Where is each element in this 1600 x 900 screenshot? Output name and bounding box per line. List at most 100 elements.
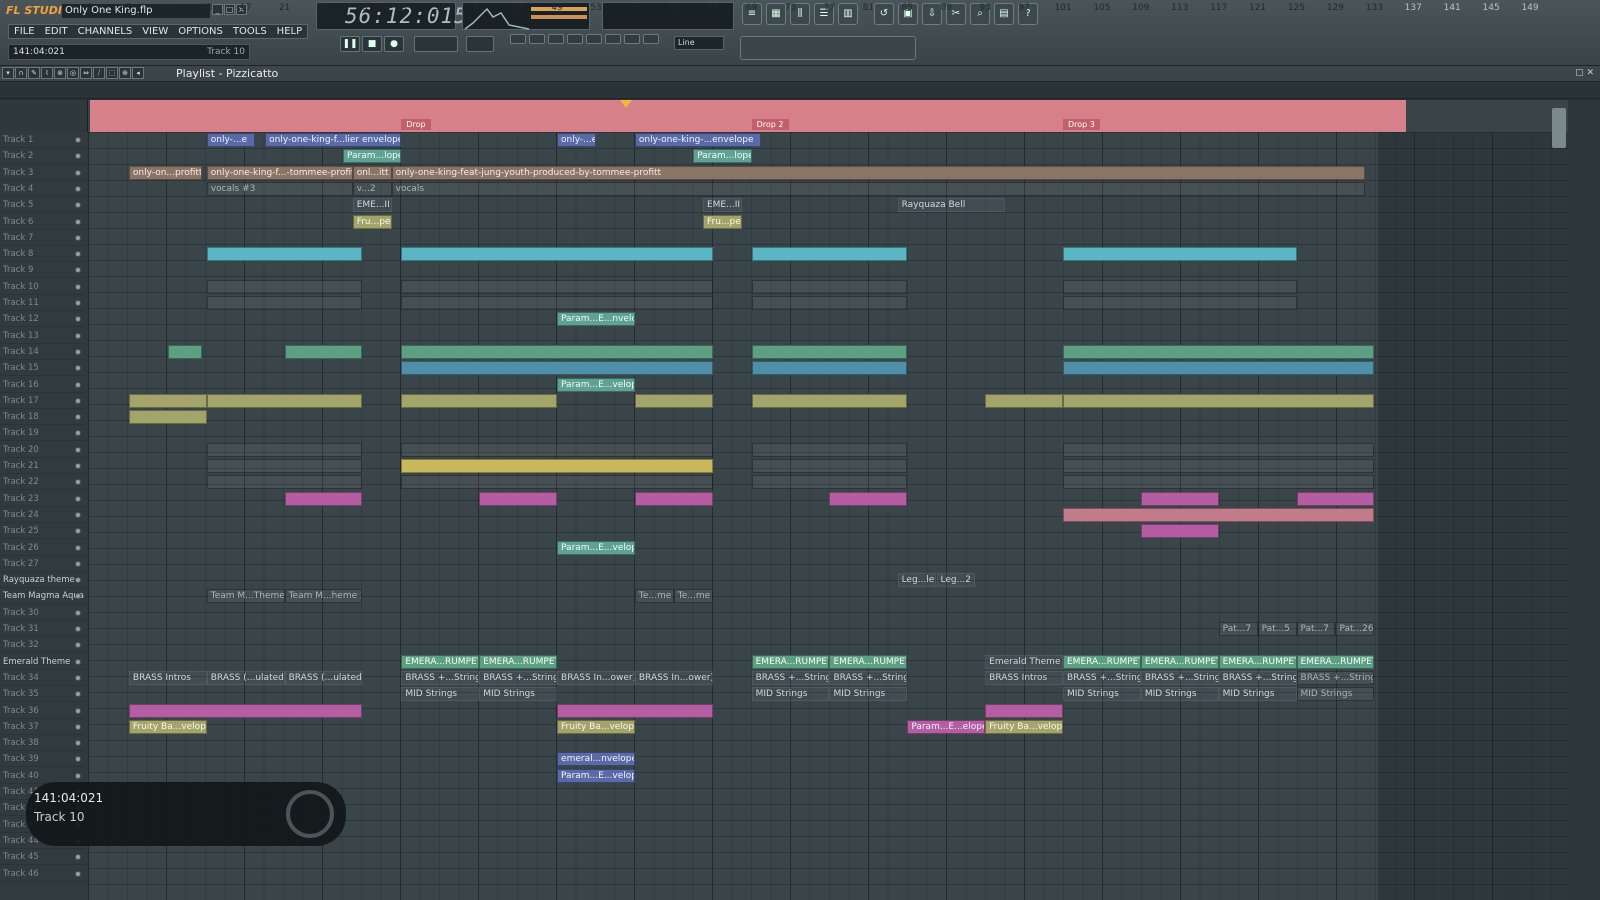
brush-icon[interactable]: ⌇ [41,67,53,79]
minimize-button[interactable]: _ [212,4,223,15]
mute-led-icon[interactable] [75,626,81,632]
time-marker[interactable]: Drop [401,119,431,130]
mute-led-icon[interactable] [75,463,81,469]
mute-led-icon[interactable] [75,642,81,649]
time-marker[interactable]: Drop 2 [751,119,789,130]
plugin-picker[interactable] [740,36,916,60]
menu-help[interactable]: HELP [272,25,307,38]
playlist-clip[interactable]: only-...e [206,133,256,147]
mute-led-icon[interactable] [75,544,81,551]
playlist-clip[interactable]: Param...E...velope [557,540,635,555]
track-label[interactable]: Track 10 [0,279,86,295]
playlist-clip[interactable]: only-one-king-f...-tommee-profitt [206,165,353,180]
playlist-clip[interactable]: MID Strings [1140,687,1219,702]
track-label[interactable]: Emerald Theme [0,654,86,670]
snap-select[interactable]: Line [674,36,724,50]
option-toggle[interactable] [567,34,583,44]
track-label[interactable]: Track 11 [0,295,86,311]
mute-led-icon[interactable] [75,723,81,730]
pattern-clip[interactable] [1063,296,1297,310]
pattern-clip[interactable] [206,475,363,490]
mute-led-icon[interactable] [75,756,81,763]
track-label[interactable]: Track 24 [0,507,86,523]
playlist-clip[interactable]: EME...II [702,198,742,213]
pattern-clip[interactable] [1063,344,1375,359]
playlist-clip[interactable]: EMERA...RUMPET [401,654,480,669]
pattern-clip[interactable] [751,442,908,457]
track-label[interactable]: Track 38 [0,735,86,752]
track-label[interactable]: Track 20 [0,442,86,458]
playlist-clip[interactable]: Param...lope [693,149,752,164]
pattern-clip[interactable] [985,703,1063,718]
option-toggle[interactable] [586,34,602,44]
playlist-clip[interactable]: Leg...le [897,573,937,588]
mute-led-icon[interactable] [75,740,81,747]
playlist-clip[interactable]: MID Strings [1296,687,1375,702]
playlist-clip[interactable]: BRASS +...Strings [751,670,830,685]
playlist-clip[interactable]: emeral...nvelope [557,752,635,767]
playlist-clip[interactable]: EMERA...RUMPET [479,654,558,669]
pattern-clip[interactable] [206,393,363,408]
pattern-clip[interactable] [1296,491,1375,506]
close-icon[interactable]: ▢ ✕ [1575,68,1594,78]
option-toggle[interactable] [529,34,545,44]
track-label[interactable]: Track 34 [0,670,86,686]
zoom-icon[interactable]: ⊕ [119,67,131,79]
menu-file[interactable]: FILE [9,25,40,38]
track-label[interactable]: Track 1 [0,132,86,148]
play-icon[interactable]: ◂ [132,67,144,79]
mute-led-icon[interactable] [75,137,81,143]
mute-led-icon[interactable] [75,511,81,518]
pattern-clip[interactable] [634,393,713,408]
playlist-clip[interactable]: BRASS In...ower) [557,670,635,685]
playlist-clip[interactable]: BRASS +...Strings [1218,670,1297,685]
pattern-clip[interactable] [1063,507,1375,522]
pattern-clip[interactable] [401,361,713,376]
track-label[interactable]: Track 5 [0,197,86,214]
playlist-clip[interactable]: Pat...7 [1218,622,1258,636]
track-label[interactable]: Track 14 [0,344,86,360]
track-label[interactable]: Track 15 [0,360,86,377]
pattern-clip[interactable] [751,393,908,408]
mute-led-icon[interactable] [75,397,81,404]
track-label[interactable]: Track 31 [0,621,86,637]
pattern-clip[interactable] [167,344,202,359]
mute-led-icon[interactable] [75,300,81,306]
mute-icon[interactable]: ◎ [67,67,79,79]
pattern-clip[interactable] [1063,279,1297,294]
stop-button[interactable]: ■ [362,36,382,52]
playlist-clip[interactable]: onl...itt [352,165,392,180]
pattern-clip[interactable] [128,410,207,425]
pattern-clip[interactable] [1140,491,1219,506]
track-label[interactable]: Track 12 [0,311,86,328]
slip-icon[interactable]: ⇔ [80,67,92,79]
pattern-clip[interactable] [751,247,908,262]
menu-view[interactable]: VIEW [137,25,173,38]
mute-led-icon[interactable] [75,691,81,698]
pattern-clip[interactable] [128,703,363,718]
pattern-clip[interactable] [284,491,363,506]
pattern-clip[interactable] [751,279,908,294]
pattern-clip[interactable] [751,361,908,376]
playlist-clip[interactable]: EMERA...RUMPET [1218,654,1297,669]
pattern-clip[interactable] [206,459,363,473]
playlist-clip[interactable]: EMERA...RUMPET [829,654,908,669]
playlist-clip[interactable]: BRASS +...Strings [401,670,480,685]
mute-led-icon[interactable] [75,495,81,502]
export-icon[interactable]: ⇩ [922,3,942,25]
piano-roll-icon[interactable]: ▦ [766,3,786,25]
track-label[interactable]: Track 17 [0,393,86,409]
manual-icon[interactable]: ▤ [994,3,1014,25]
mute-led-icon[interactable] [75,267,81,274]
pattern-clip[interactable] [751,296,908,310]
menu-options[interactable]: OPTIONS [173,25,228,38]
option-toggle[interactable] [605,34,621,44]
delete-icon[interactable]: ⊗ [54,67,66,79]
mute-led-icon[interactable] [75,609,81,616]
mute-led-icon[interactable] [75,430,81,437]
pattern-clip[interactable] [634,491,713,506]
mute-led-icon[interactable] [75,381,81,388]
pencil-icon[interactable]: ✎ [28,67,40,79]
browser-icon[interactable]: ▥ [838,3,858,25]
pattern-clip[interactable] [206,247,363,262]
